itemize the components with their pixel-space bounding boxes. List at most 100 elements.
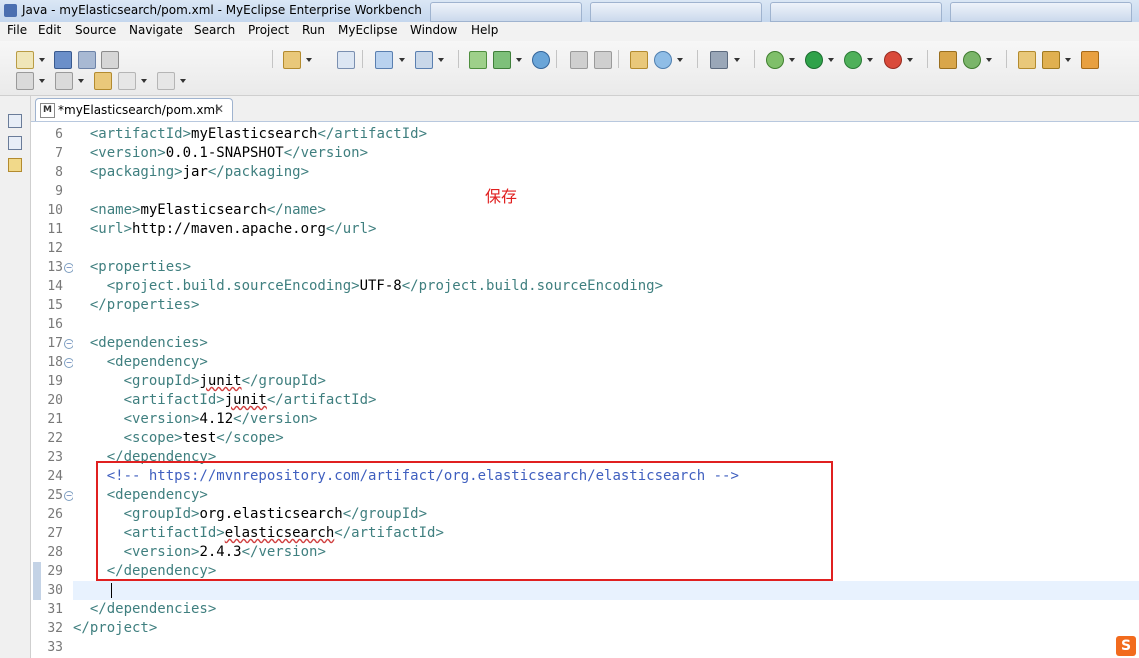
background-browser-tabs — [430, 0, 1139, 22]
chevron-down-icon[interactable] — [828, 58, 834, 62]
chevron-down-icon[interactable] — [907, 58, 913, 62]
chevron-down-icon[interactable] — [734, 58, 740, 62]
code-line[interactable]: <project.build.sourceEncoding>UTF-8</pro… — [73, 277, 663, 296]
new-icon[interactable] — [16, 51, 34, 69]
open-folder-icon[interactable] — [1018, 51, 1036, 69]
chevron-down-icon[interactable] — [141, 79, 147, 83]
brush-icon[interactable] — [1042, 51, 1060, 69]
web-browser-icon[interactable] — [654, 51, 672, 69]
chevron-down-icon[interactable] — [1065, 58, 1071, 62]
chevron-down-icon[interactable] — [39, 58, 45, 62]
save-icon[interactable] — [54, 51, 72, 69]
close-icon[interactable]: ✕ — [214, 102, 224, 116]
chevron-down-icon[interactable] — [516, 58, 522, 62]
toolbar-separator — [754, 50, 755, 68]
debug-bug-icon[interactable] — [766, 51, 784, 69]
browser-globe-icon[interactable] — [532, 51, 550, 69]
open-task-icon[interactable] — [1081, 51, 1099, 69]
line-number: 10 — [47, 203, 63, 218]
run-icon[interactable] — [805, 51, 823, 69]
menu-search[interactable]: Search — [191, 23, 238, 37]
back-arrow-icon[interactable] — [118, 72, 136, 90]
code-line[interactable]: <scope>test</scope> — [73, 429, 284, 448]
menu-navigate[interactable]: Navigate — [126, 23, 186, 37]
code-line[interactable]: <groupId>junit</groupId> — [73, 372, 326, 391]
background-tab[interactable] — [590, 2, 762, 22]
chevron-down-icon[interactable] — [399, 58, 405, 62]
menu-file[interactable]: File — [4, 23, 30, 37]
new-java-project-icon[interactable] — [939, 51, 957, 69]
code-line[interactable]: <packaging>jar</packaging> — [73, 163, 309, 182]
menu-window[interactable]: Window — [407, 23, 460, 37]
code-line[interactable]: </dependencies> — [73, 600, 216, 619]
line-number: 25 — [47, 488, 63, 503]
code-line[interactable]: <version>4.12</version> — [73, 410, 318, 429]
toolbar-separator — [556, 50, 557, 68]
background-tab[interactable] — [430, 2, 582, 22]
open-type-icon[interactable] — [337, 51, 355, 69]
new-server-icon[interactable] — [283, 51, 301, 69]
chevron-down-icon[interactable] — [789, 58, 795, 62]
menu-myeclipse[interactable]: MyEclipse — [335, 23, 401, 37]
line-number: 21 — [47, 412, 63, 427]
open-perspective-icon[interactable] — [375, 51, 393, 69]
new-class-icon[interactable] — [963, 51, 981, 69]
save-all-icon[interactable] — [78, 51, 96, 69]
chevron-down-icon[interactable] — [438, 58, 444, 62]
xml-tag: <url> — [73, 221, 133, 237]
code-line[interactable]: </properties> — [73, 296, 200, 315]
chevron-down-icon[interactable] — [306, 58, 312, 62]
hierarchy-icon[interactable] — [8, 158, 22, 172]
ime-icon[interactable]: S — [1116, 636, 1136, 656]
next-annotation-icon[interactable] — [16, 72, 34, 90]
chevron-down-icon[interactable] — [867, 58, 873, 62]
code-line[interactable]: <artifactId>myElasticsearch</artifactId> — [73, 125, 427, 144]
menu-source[interactable]: Source — [72, 23, 119, 37]
code-line[interactable]: </project> — [73, 619, 157, 638]
restore-view-icon[interactable] — [8, 114, 22, 128]
code-line[interactable]: <url>http://maven.apache.org</url> — [73, 220, 377, 239]
background-tab[interactable] — [770, 2, 942, 22]
print-icon[interactable] — [101, 51, 119, 69]
background-tab[interactable] — [950, 2, 1132, 22]
code-line[interactable]: <dependency> — [73, 353, 208, 372]
menu-help[interactable]: Help — [468, 23, 501, 37]
deploy-icon[interactable] — [469, 51, 487, 69]
new-wizard-icon[interactable] — [630, 51, 648, 69]
code-line[interactable]: <properties> — [73, 258, 191, 277]
last-edit-location-icon[interactable] — [94, 72, 112, 90]
menu-project[interactable]: Project — [245, 23, 292, 37]
forward-arrow-icon[interactable] — [157, 72, 175, 90]
editor-tab-label: *myElasticsearch/pom.xml — [58, 103, 219, 117]
xml-tag: </version> — [233, 411, 318, 427]
editor-tab-pom[interactable]: M *myElasticsearch/pom.xml ✕ — [35, 98, 233, 121]
server-run-icon[interactable] — [493, 51, 511, 69]
line-number-gutter: 6 7 8 9 10 11 12 13−14 15 16 17−18−19 20 21 22 23 24 25−… — [45, 122, 74, 658]
menu-run[interactable]: Run — [299, 23, 328, 37]
chevron-down-icon[interactable] — [78, 79, 84, 83]
code-line[interactable]: <artifactId>junit</artifactId> — [73, 391, 377, 410]
package-explorer-icon[interactable] — [8, 136, 22, 150]
search-icon[interactable] — [415, 51, 433, 69]
pin-icon[interactable] — [570, 51, 588, 69]
run-coverage-icon[interactable] — [844, 51, 862, 69]
xml-tag: </project.build.sourceEncoding> — [401, 278, 664, 294]
chevron-down-icon[interactable] — [39, 79, 45, 83]
code-line[interactable]: <name>myElasticsearch</name> — [73, 201, 326, 220]
code-line[interactable]: <dependencies> — [73, 334, 208, 353]
previous-annotation-icon[interactable] — [55, 72, 73, 90]
line-number: 11 — [47, 222, 63, 237]
external-tools-icon[interactable] — [884, 51, 902, 69]
chevron-down-icon[interactable] — [180, 79, 186, 83]
chevron-down-icon[interactable] — [986, 58, 992, 62]
line-number: 19 — [47, 374, 63, 389]
code-text: junit — [199, 373, 242, 389]
menu-edit[interactable]: Edit — [35, 23, 64, 37]
screen-capture-icon[interactable] — [710, 51, 728, 69]
line-number: 26 — [47, 507, 63, 522]
refresh-icon[interactable] — [594, 51, 612, 69]
code-text: 4.12 — [199, 411, 234, 427]
xml-tag: <name> — [73, 202, 141, 218]
chevron-down-icon[interactable] — [677, 58, 683, 62]
code-line[interactable]: <version>0.0.1-SNAPSHOT</version> — [73, 144, 368, 163]
